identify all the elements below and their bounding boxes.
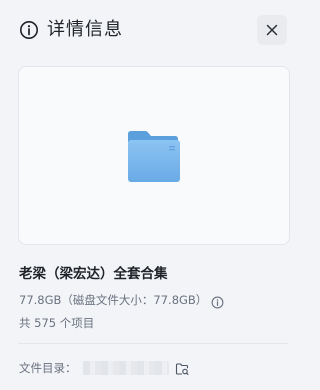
folder-icon [125, 130, 181, 184]
item-count: 共 575 个项目 [19, 316, 95, 330]
divider [18, 343, 288, 344]
open-folder-icon[interactable] [175, 361, 189, 376]
directory-path-redacted [82, 361, 169, 375]
panel-header: 详情信息 [0, 0, 302, 62]
info-circle-icon[interactable] [211, 294, 224, 308]
panel-title: 详情信息 [47, 19, 123, 40]
preview-card [18, 66, 290, 245]
info-circle-icon [19, 20, 39, 40]
directory-label: 文件目录： [19, 361, 77, 375]
close-button[interactable] [257, 15, 287, 45]
size-row: 77.8GB（磁盘文件大小：77.8GB） [19, 291, 224, 309]
directory-row: 文件目录： [19, 359, 189, 377]
close-icon [266, 21, 278, 40]
item-name: 老梁（梁宏达）全套合集 [19, 266, 168, 282]
item-size: 77.8GB（磁盘文件大小：77.8GB） [19, 293, 208, 307]
details-panel: 详情信息 老梁（梁宏达）全套合集 77.8GB（磁盘文件大小：77.8GB） 共… [0, 0, 302, 390]
